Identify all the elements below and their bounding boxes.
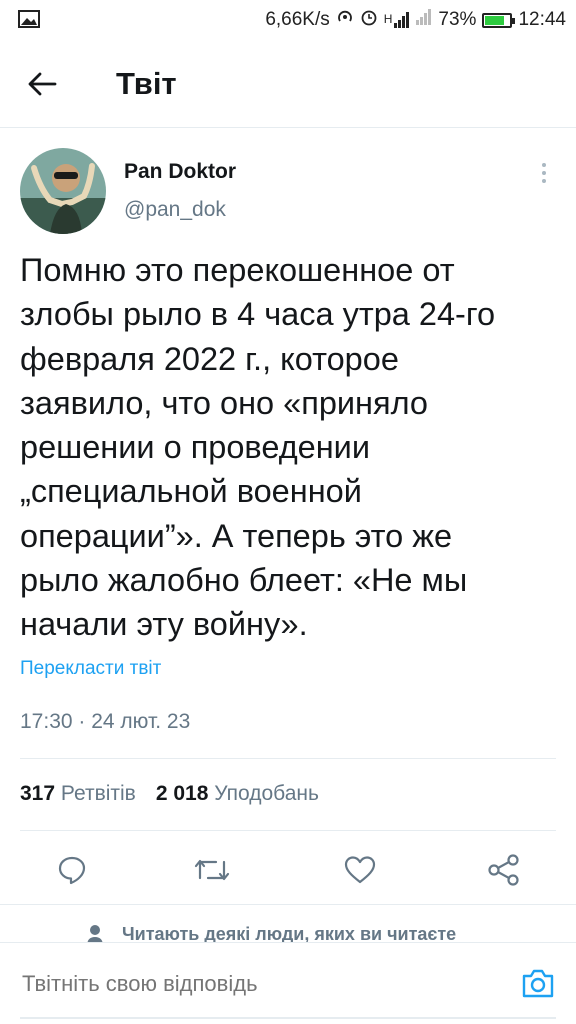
signal-icon-2 (416, 9, 432, 31)
reply-input[interactable] (22, 971, 492, 997)
divider (0, 904, 576, 905)
more-dots-icon (542, 163, 546, 167)
reply-icon (58, 856, 86, 885)
reply-underline (20, 1017, 556, 1019)
tweet-text: Помню это перекошенное от злобы рыло в 4… (20, 252, 496, 643)
translate-tweet-link[interactable]: Перекласти твіт (20, 658, 161, 680)
camera-icon (522, 969, 554, 998)
share-icon (488, 854, 519, 886)
share-button[interactable] (482, 848, 526, 892)
retweet-button[interactable] (190, 848, 234, 892)
like-button[interactable] (338, 848, 382, 892)
author-name[interactable]: Pan Doktor (124, 160, 236, 184)
tweet-actions (0, 838, 576, 898)
followers-reading-note: Читають деякі люди, яких ви читаєте (0, 906, 576, 946)
divider (20, 830, 556, 831)
reply-composer (0, 942, 576, 1024)
gallery-notification-icon (18, 10, 40, 28)
author-handle[interactable]: @pan_dok (124, 198, 226, 222)
retweets-count: 317 (20, 782, 56, 805)
hotspot-icon (336, 8, 354, 32)
like-icon (344, 856, 376, 884)
signal-icon: H (384, 12, 411, 28)
status-icons: 6,66K/s H 73% 12:44 (265, 0, 566, 40)
retweets-label: Ретвітів (60, 782, 136, 805)
likes-stat[interactable]: 2 018 Уподобань (156, 782, 319, 806)
camera-button[interactable] (520, 965, 556, 1001)
battery-percent: 73% (438, 9, 477, 30)
network-speed: 6,66K/s (265, 9, 330, 30)
top-app-bar: Твіт (0, 40, 576, 128)
retweets-stat[interactable]: 317 Ретвітів (20, 782, 136, 806)
likes-count: 2 018 (155, 782, 209, 805)
avatar[interactable] (20, 148, 106, 234)
divider (20, 758, 556, 759)
battery-icon (482, 12, 516, 28)
status-bar: 6,66K/s H 73% 12:44 (0, 0, 576, 40)
more-options-button[interactable] (530, 158, 558, 188)
alarm-icon (360, 8, 378, 32)
arrow-left-icon (28, 72, 57, 96)
tweet-timestamp: 17:30 · 24 лют. 23 (20, 710, 191, 733)
clock: 12:44 (518, 9, 566, 30)
page-title: Твіт (116, 66, 177, 101)
likes-label: Уподобань (214, 782, 319, 805)
reply-button[interactable] (50, 848, 94, 892)
network-type-label: H (383, 12, 393, 26)
tweet-stats: 317 Ретвітів 2 018 Уподобань (20, 782, 339, 806)
back-button[interactable] (20, 62, 64, 106)
retweet-icon (194, 859, 230, 881)
